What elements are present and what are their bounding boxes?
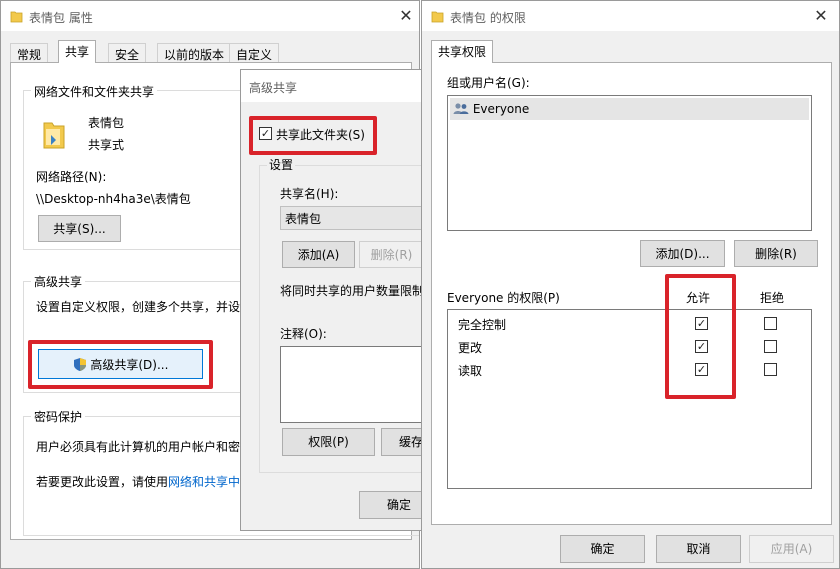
- share-permissions-page: 组或用户名(G): Everyone 添加(D)... 删除(R) Everyo…: [431, 62, 832, 525]
- shared-folder-icon: [43, 122, 65, 149]
- tab-sharing[interactable]: 共享: [58, 40, 97, 63]
- deny-header: 拒绝: [760, 291, 785, 305]
- group-user-label: 组或用户名(G):: [447, 76, 530, 90]
- permissions-tabs: 共享权限: [422, 31, 839, 63]
- properties-title: 表情包 属性: [29, 11, 93, 25]
- folder-icon: [431, 11, 444, 23]
- apply-button[interactable]: 应用(A): [749, 535, 834, 563]
- users-icon: [453, 103, 469, 114]
- close-icon[interactable]: ✕: [812, 7, 830, 25]
- close-icon[interactable]: ✕: [397, 7, 415, 25]
- advanced-share-description: 设置自定义权限，创建多个共享，并设: [36, 300, 241, 314]
- permission-name: 更改: [458, 341, 483, 355]
- permission-name: 完全控制: [458, 318, 507, 332]
- deny-checkbox[interactable]: [764, 317, 777, 330]
- cancel-button[interactable]: 取消: [656, 535, 741, 563]
- share-name-input[interactable]: 表情包: [280, 206, 425, 230]
- permissions-button[interactable]: 权限(P): [282, 428, 375, 456]
- folder-icon: [10, 11, 23, 23]
- highlight-advanced-share: [28, 340, 213, 389]
- net-path-label: 网络路径(N):: [36, 170, 107, 184]
- permissions-titlebar: 表情包 的权限 ✕: [422, 1, 839, 31]
- share-button[interactable]: 共享(S)...: [38, 215, 121, 242]
- net-share-group-label: 网络文件和文件夹共享: [31, 83, 158, 100]
- password-change-text: 若要更改此设置，请使用网络和共享中: [36, 473, 240, 490]
- network-sharing-center-link[interactable]: 网络和共享中: [168, 475, 240, 489]
- cache-button[interactable]: 缓存: [381, 428, 425, 456]
- add-share-button[interactable]: 添加(A): [282, 241, 355, 268]
- highlight-allow-column: [665, 274, 736, 399]
- net-path-value: \\Desktop-nh4ha3e\表情包: [36, 192, 191, 206]
- properties-titlebar: 表情包 属性 ✕: [1, 1, 419, 31]
- user-limit-text: 将同时共享的用户数量限制: [280, 284, 425, 298]
- tab-customize[interactable]: 自定义: [229, 43, 280, 63]
- deny-checkbox[interactable]: [764, 363, 777, 376]
- tab-security[interactable]: 安全: [108, 43, 147, 63]
- tab-previous-versions[interactable]: 以前的版本: [157, 43, 232, 63]
- permissions-for-label: Everyone 的权限(P): [447, 291, 560, 305]
- password-group-label: 密码保护: [31, 408, 86, 425]
- comment-textarea[interactable]: [280, 346, 425, 423]
- add-user-button[interactable]: 添加(D)...: [640, 240, 725, 267]
- user-name: Everyone: [472, 102, 530, 116]
- permissions-title: 表情包 的权限: [450, 11, 526, 25]
- advanced-share-window: 高级共享 ✓ 共享此文件夹(S) 设置 共享名(H): 表情包 添加(A) 删除…: [240, 69, 426, 531]
- advanced-ok-button[interactable]: 确定: [359, 491, 425, 519]
- advanced-share-titlebar: 高级共享: [241, 70, 425, 102]
- share-name-label: 共享名(H):: [280, 187, 339, 201]
- share-status: 共享式: [88, 138, 125, 152]
- tab-share-permissions[interactable]: 共享权限: [431, 40, 494, 63]
- comment-label: 注释(O):: [280, 327, 327, 341]
- permissions-window: 表情包 的权限 ✕ 共享权限 组或用户名(G): Everyone 添加(D).…: [421, 0, 840, 569]
- ok-button[interactable]: 确定: [560, 535, 645, 563]
- remove-share-button[interactable]: 删除(R): [359, 241, 424, 268]
- permissions-list: [447, 309, 812, 489]
- list-item[interactable]: Everyone: [450, 98, 809, 120]
- tab-general[interactable]: 常规: [10, 43, 49, 63]
- password-description: 用户必须具有此计算机的用户帐户和密: [36, 440, 241, 454]
- folder-name: 表情包: [88, 116, 125, 130]
- deny-checkbox[interactable]: [764, 340, 777, 353]
- properties-tabs: 常规 共享 安全 以前的版本 自定义: [1, 31, 419, 63]
- password-change-prefix: 若要更改此设置，请使用: [36, 475, 169, 489]
- advanced-share-title: 高级共享: [249, 81, 298, 95]
- advanced-share-group-label: 高级共享: [31, 273, 86, 290]
- permission-name: 读取: [458, 364, 483, 378]
- highlight-share-folder: [249, 116, 377, 155]
- user-list[interactable]: Everyone: [447, 95, 812, 231]
- remove-user-button[interactable]: 删除(R): [734, 240, 818, 267]
- settings-group-label: 设置: [267, 156, 296, 173]
